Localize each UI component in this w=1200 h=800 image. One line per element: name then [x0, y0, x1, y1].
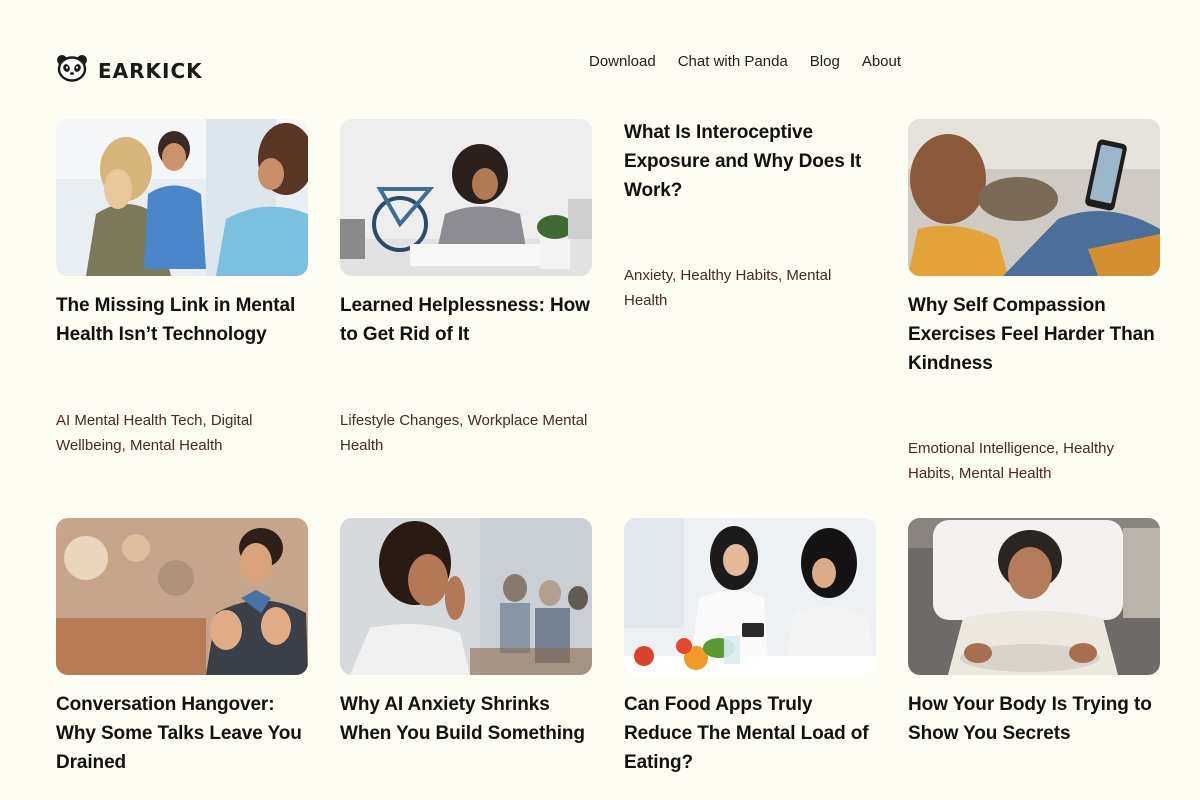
blog-card: The Missing Link in Mental Health Isn’t … — [56, 119, 308, 349]
woman-with-cat-video-call-photo — [908, 119, 1160, 276]
tag-link[interactable]: AI Mental Health Tech — [56, 412, 202, 429]
post-tags: Emotional Intelligence, Healthy Habits, … — [908, 440, 1114, 482]
blog-card: What Is Interoceptive Exposure and Why D… — [624, 118, 876, 205]
post-thumbnail[interactable] — [56, 518, 308, 675]
nutritionist-with-phone-photo — [624, 518, 876, 675]
nav-blog[interactable]: Blog — [810, 52, 840, 72]
post-tags: Anxiety, Healthy Habits, Mental Health — [624, 267, 832, 309]
panda-icon — [56, 54, 88, 87]
brand-logo[interactable]: EARKICK — [56, 54, 203, 87]
post-title[interactable]: Learned Helplessness: How to Get Rid of … — [340, 291, 592, 349]
tag-link[interactable]: Emotional Intelligence — [908, 440, 1055, 457]
blog-card: How Your Body Is Trying to Show You Secr… — [908, 518, 1160, 748]
main-nav: Download Chat with Panda Blog About — [589, 52, 901, 72]
post-title[interactable]: The Missing Link in Mental Health Isn’t … — [56, 291, 308, 349]
blog-card: Why AI Anxiety Shrinks When You Build So… — [340, 518, 592, 748]
post-thumbnail[interactable] — [624, 518, 876, 675]
post-title[interactable]: How Your Body Is Trying to Show You Secr… — [908, 690, 1160, 748]
post-tags: Lifestyle Changes, Workplace Mental Heal… — [340, 412, 588, 454]
tag-link[interactable]: Mental Health — [959, 465, 1052, 482]
tag-link[interactable]: Healthy Habits — [680, 267, 778, 284]
man-raising-hands-photo — [56, 518, 308, 675]
tag-link[interactable]: Lifestyle Changes — [340, 412, 459, 429]
post-title[interactable]: Why AI Anxiety Shrinks When You Build So… — [340, 690, 592, 748]
blog-card: Conversation Hangover: Why Some Talks Le… — [56, 518, 308, 777]
tag-link[interactable]: Anxiety — [624, 267, 672, 284]
blog-card: Learned Helplessness: How to Get Rid of … — [340, 119, 592, 349]
post-title[interactable]: Why Self Compassion Exercises Feel Harde… — [908, 291, 1160, 378]
post-title[interactable]: What Is Interoceptive Exposure and Why D… — [624, 118, 876, 205]
woman-lying-in-bed-photo — [908, 518, 1160, 675]
post-thumbnail[interactable] — [56, 119, 308, 276]
therapy-session-photo — [56, 119, 308, 276]
tag-link[interactable]: Mental Health — [130, 437, 223, 454]
nav-download[interactable]: Download — [589, 52, 656, 72]
anxious-woman-office-photo — [340, 518, 592, 675]
post-thumbnail[interactable] — [340, 119, 592, 276]
post-thumbnail[interactable] — [340, 518, 592, 675]
brand-name: EARKICK — [98, 58, 203, 83]
blog-card: Can Food Apps Truly Reduce The Mental Lo… — [624, 518, 876, 777]
post-thumbnail[interactable] — [908, 518, 1160, 675]
post-title[interactable]: Conversation Hangover: Why Some Talks Le… — [56, 690, 308, 777]
nav-about[interactable]: About — [862, 52, 901, 72]
post-thumbnail[interactable] — [908, 119, 1160, 276]
stressed-woman-at-desk-photo — [340, 119, 592, 276]
blog-card: Why Self Compassion Exercises Feel Harde… — [908, 119, 1160, 378]
post-title[interactable]: Can Food Apps Truly Reduce The Mental Lo… — [624, 690, 876, 777]
post-tags: AI Mental Health Tech, Digital Wellbeing… — [56, 412, 253, 454]
site-header: EARKICK Download Chat with Panda Blog Ab… — [0, 0, 1200, 110]
nav-chat-with-panda[interactable]: Chat with Panda — [678, 52, 788, 72]
